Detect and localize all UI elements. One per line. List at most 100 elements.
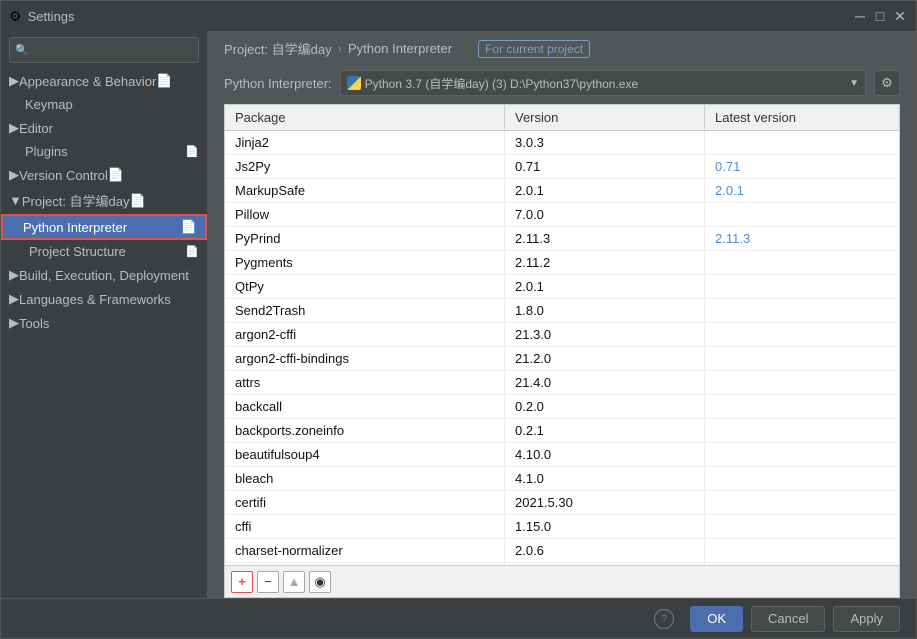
page-icon: 📄 (130, 193, 146, 209)
sidebar-item-label: Project Structure (29, 244, 126, 259)
table-row[interactable]: cffi 1.15.0 (225, 515, 899, 539)
cell-version: 1.8.0 (505, 299, 705, 322)
search-box: 🔍 (9, 37, 199, 63)
table-row[interactable]: backports.zoneinfo 0.2.1 (225, 419, 899, 443)
column-header-package: Package (225, 105, 505, 130)
cell-version: 2.11.2 (505, 251, 705, 274)
sidebar-item-editor[interactable]: ▶ Editor (1, 116, 207, 140)
cell-version: 2.0.1 (505, 275, 705, 298)
table-row[interactable]: attrs 21.4.0 (225, 371, 899, 395)
cell-version: 1.15.0 (505, 515, 705, 538)
cell-latest (705, 299, 899, 322)
apply-button[interactable]: Apply (833, 606, 900, 632)
arrow-icon: ▶ (9, 167, 19, 183)
table-row[interactable]: bleach 4.1.0 (225, 467, 899, 491)
cell-latest (705, 419, 899, 442)
gear-icon: ⚙ (881, 75, 893, 91)
cell-latest (705, 539, 899, 562)
sidebar-item-keymap[interactable]: Keymap (1, 93, 207, 116)
sidebar-item-python-interpreter[interactable]: Python Interpreter 📄 (1, 214, 207, 240)
cell-version: 2.0.6 (505, 539, 705, 562)
table-body: Jinja2 3.0.3 Js2Py 0.71 0.71 MarkupSafe … (225, 131, 899, 565)
cell-latest (705, 515, 899, 538)
cell-version: 3.0.3 (505, 131, 705, 154)
cell-latest (705, 251, 899, 274)
cell-latest (705, 371, 899, 394)
cell-version: 4.1.0 (505, 467, 705, 490)
remove-package-button[interactable]: − (257, 571, 279, 593)
table-row[interactable]: charset-normalizer 2.0.6 (225, 539, 899, 563)
cell-version: 2.11.3 (505, 227, 705, 250)
sidebar-item-project[interactable]: ▼ Project: 自学编day 📄 (1, 187, 207, 214)
add-package-button[interactable]: + (231, 571, 253, 593)
breadcrumb-tag: For current project (478, 40, 590, 58)
cell-package: charset-normalizer (225, 539, 505, 562)
show-details-button[interactable]: ◉ (309, 571, 331, 593)
cancel-button[interactable]: Cancel (751, 606, 825, 632)
cell-package: Send2Trash (225, 299, 505, 322)
table-header: Package Version Latest version (225, 105, 899, 131)
minimize-button[interactable]: ─ (852, 8, 868, 24)
cell-package: QtPy (225, 275, 505, 298)
interpreter-settings-button[interactable]: ⚙ (874, 70, 900, 96)
table-row[interactable]: backcall 0.2.0 (225, 395, 899, 419)
cell-version: 21.3.0 (505, 323, 705, 346)
cell-version: 0.71 (505, 155, 705, 178)
sidebar-item-version-control[interactable]: ▶ Version Control 📄 (1, 163, 207, 187)
interpreter-row: Python Interpreter: Python 3.7 (自学编day) … (208, 66, 916, 104)
table-row[interactable]: QtPy 2.0.1 (225, 275, 899, 299)
table-row[interactable]: Pillow 7.0.0 (225, 203, 899, 227)
table-row[interactable]: argon2-cffi 21.3.0 (225, 323, 899, 347)
python-logo-icon (347, 76, 361, 90)
cell-version: 4.10.0 (505, 443, 705, 466)
cell-version: 2.0.1 (505, 179, 705, 202)
close-button[interactable]: ✕ (892, 8, 908, 24)
table-row[interactable]: Js2Py 0.71 0.71 (225, 155, 899, 179)
cell-package: PyPrind (225, 227, 505, 250)
sidebar-item-plugins[interactable]: Plugins 📄 (1, 140, 207, 163)
cell-package: bleach (225, 467, 505, 490)
cell-package: argon2-cffi (225, 323, 505, 346)
table-row[interactable]: argon2-cffi-bindings 21.2.0 (225, 347, 899, 371)
sidebar-item-appearance[interactable]: ▶ Appearance & Behavior 📄 (1, 69, 207, 93)
sidebar-item-label: Keymap (25, 97, 73, 112)
cell-latest (705, 395, 899, 418)
sidebar-item-label: Editor (19, 121, 53, 136)
table-row[interactable]: Jinja2 3.0.3 (225, 131, 899, 155)
settings-window: ⚙ Settings ─ □ ✕ 🔍 ▶ Appearance & Behavi… (0, 0, 917, 639)
cell-version: 0.2.1 (505, 419, 705, 442)
sidebar-item-languages[interactable]: ▶ Languages & Frameworks (1, 287, 207, 311)
table-row[interactable]: certifi 2021.5.30 (225, 491, 899, 515)
table-row[interactable]: beautifulsoup4 4.10.0 (225, 443, 899, 467)
table-row[interactable]: MarkupSafe 2.0.1 2.0.1 (225, 179, 899, 203)
maximize-button[interactable]: □ (872, 8, 888, 24)
interpreter-select[interactable]: Python 3.7 (自学编day) (3) D:\Python37\pyth… (340, 70, 866, 96)
table-row[interactable]: PyPrind 2.11.3 2.11.3 (225, 227, 899, 251)
dropdown-arrow-icon: ▼ (849, 78, 859, 89)
table-row[interactable]: Send2Trash 1.8.0 (225, 299, 899, 323)
column-header-version: Version (505, 105, 705, 130)
up-package-button[interactable]: ▲ (283, 571, 305, 593)
sidebar-item-project-structure[interactable]: Project Structure 📄 (1, 240, 207, 263)
breadcrumb-current: Python Interpreter (348, 41, 452, 56)
arrow-icon: ▶ (9, 267, 19, 283)
ok-button[interactable]: OK (690, 606, 743, 632)
sidebar-item-tools[interactable]: ▶ Tools (1, 311, 207, 335)
sidebar-item-label: Appearance & Behavior (19, 74, 156, 89)
table-row[interactable]: Pygments 2.11.2 (225, 251, 899, 275)
help-button[interactable]: ? (654, 609, 674, 629)
cell-version: 21.4.0 (505, 371, 705, 394)
search-input[interactable] (9, 37, 199, 63)
cell-package: Pillow (225, 203, 505, 226)
breadcrumb-project: Project: 自学编day (224, 39, 332, 58)
cell-package: Jinja2 (225, 131, 505, 154)
cell-package: Js2Py (225, 155, 505, 178)
breadcrumb-separator: › (338, 41, 342, 56)
cell-latest (705, 203, 899, 226)
cell-latest (705, 347, 899, 370)
title-bar: ⚙ Settings ─ □ ✕ (1, 1, 916, 31)
dialog-footer: ? OK Cancel Apply (1, 598, 916, 638)
page-icon: 📄 (185, 145, 199, 158)
cell-latest (705, 275, 899, 298)
sidebar-item-build[interactable]: ▶ Build, Execution, Deployment (1, 263, 207, 287)
